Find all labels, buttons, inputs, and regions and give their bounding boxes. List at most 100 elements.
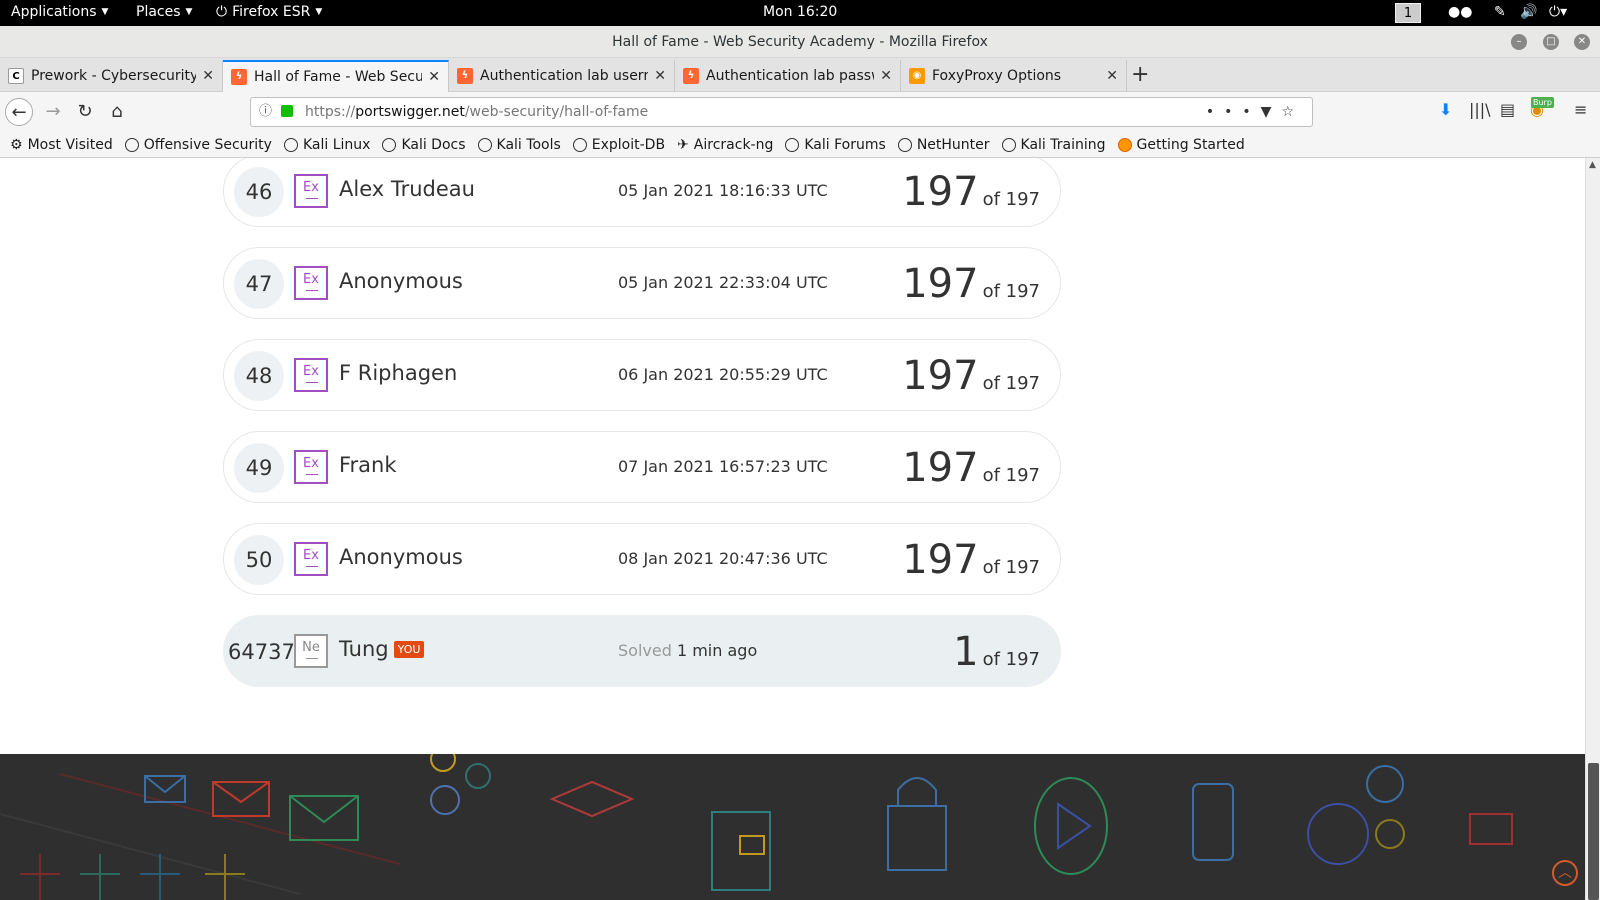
places-menu[interactable]: Places ▼ <box>136 4 192 20</box>
bookmark-label: Most Visited <box>27 136 113 153</box>
info-icon[interactable]: ⓘ <box>259 98 272 126</box>
leaderboard-row: 48 Ex F Riphagen 06 Jan 2021 20:55:29 UT… <box>223 339 1061 411</box>
bookmark-kali-tools[interactable]: Kali Tools <box>477 136 561 153</box>
globe-icon <box>382 137 397 152</box>
score: 197 of 197 <box>902 537 1040 583</box>
score-value: 197 <box>902 445 979 491</box>
tab-hall-of-fame[interactable]: ϟ Hall of Fame - Web Secu ✕ <box>223 60 449 92</box>
bookmark-nethunter[interactable]: NetHunter <box>897 137 990 153</box>
novice-badge: Ne <box>294 634 328 668</box>
score: 197 of 197 <box>902 169 1040 215</box>
scrollbar-thumb[interactable] <box>1588 763 1599 900</box>
expert-badge: Ex <box>294 450 328 484</box>
chevron-down-icon: ▼ <box>315 7 323 17</box>
close-tab-icon[interactable]: ✕ <box>1106 68 1118 84</box>
close-tab-icon[interactable]: ✕ <box>880 68 892 84</box>
portswigger-favicon-icon: ϟ <box>683 68 699 84</box>
bookmark-aircrack-ng[interactable]: ✈ Aircrack-ng <box>677 137 773 153</box>
bookmark-offensive-security[interactable]: Offensive Security <box>124 136 272 153</box>
lock-icon[interactable] <box>281 105 293 117</box>
bookmark-most-visited[interactable]: ⚙ Most Visited <box>10 137 113 153</box>
url-text[interactable]: https://portswigger.net/web-security/hal… <box>305 98 648 126</box>
completion-date: 05 Jan 2021 22:33:04 UTC <box>618 273 828 292</box>
bookmark-kali-forums[interactable]: Kali Forums <box>785 137 886 153</box>
system-top-bar: Applications ▼ Places ▼ ⏻ Firefox ESR ▼ Mon … <box>0 0 1600 26</box>
globe-icon <box>785 137 800 152</box>
score: 1 of 197 <box>953 629 1040 675</box>
player-name: Frank <box>339 453 397 477</box>
bookmark-label: Offensive Security <box>143 136 272 153</box>
home-icon[interactable]: ⌂ <box>103 98 131 126</box>
solved-status: Solved 1 min ago <box>618 641 757 660</box>
leaderboard-row: 49 Ex Frank 07 Jan 2021 16:57:23 UTC 197… <box>223 431 1061 503</box>
score-total: of 197 <box>982 465 1040 486</box>
foxyproxy-favicon-icon: ◉ <box>909 68 925 84</box>
library-icon[interactable]: |||\ <box>1469 100 1491 119</box>
bookmark-kali-training[interactable]: Kali Training <box>1001 137 1106 153</box>
back-to-top-button[interactable]: ︿ <box>1552 860 1578 886</box>
forward-arrow-icon[interactable]: → <box>39 98 67 126</box>
tab-auth-lab-username[interactable]: ϟ Authentication lab userna ✕ <box>449 60 675 92</box>
rank-number: 49 <box>234 443 284 493</box>
firefox-app-menu[interactable]: ⏻ Firefox ESR ▼ <box>216 4 322 20</box>
close-tab-icon[interactable]: ✕ <box>654 68 666 84</box>
gear-icon <box>430 754 456 772</box>
close-tab-icon[interactable]: ✕ <box>202 68 214 84</box>
bookmark-kali-docs[interactable]: Kali Docs <box>382 136 466 153</box>
bookmark-getting-started[interactable]: Getting Started <box>1117 136 1245 153</box>
sidebar-icon[interactable]: ▤ <box>1500 100 1515 119</box>
gear-icon <box>465 763 491 789</box>
bookmark-label: Exploit-DB <box>591 136 666 153</box>
bookmark-label: Kali Docs <box>401 136 466 153</box>
score-total: of 197 <box>982 373 1040 394</box>
pen-icon[interactable]: ✎ <box>1494 4 1506 20</box>
solved-time: 1 min ago <box>676 641 758 660</box>
play-icon <box>1034 777 1108 875</box>
score: 197 of 197 <box>902 353 1040 399</box>
rank-number: 46 <box>234 167 284 217</box>
gear-icon: ⚙ <box>10 136 23 153</box>
download-icon[interactable]: ⬇ <box>1439 100 1452 119</box>
tab-prework[interactable]: C Prework - Cybersecurity ✕ <box>0 60 223 92</box>
more-actions-icon[interactable]: ••• <box>1206 104 1261 120</box>
player-name: Anonymous <box>339 269 463 293</box>
scroll-up-arrow-icon[interactable]: ▲ <box>1589 160 1596 170</box>
close-tab-icon[interactable]: ✕ <box>428 69 440 85</box>
hamburger-menu-icon[interactable]: ≡ <box>1574 100 1587 119</box>
tab-foxyproxy[interactable]: ◉ FoxyProxy Options ✕ <box>901 60 1127 92</box>
power-icon: ⏻ <box>216 4 228 20</box>
bookmark-kali-linux[interactable]: Kali Linux <box>283 137 370 153</box>
reload-icon[interactable]: ↻ <box>71 98 99 126</box>
applications-menu[interactable]: Applications ▼ <box>11 4 108 20</box>
workspace-indicator[interactable]: 1 <box>1395 3 1421 23</box>
firefox-app-label: Firefox ESR <box>232 4 311 20</box>
people-icon[interactable]: ●● <box>1448 4 1472 20</box>
tab-auth-lab-password[interactable]: ϟ Authentication lab passw ✕ <box>675 60 901 92</box>
gear-icon <box>1366 765 1404 803</box>
solved-label: Solved <box>618 641 672 660</box>
bookmark-label: Getting Started <box>1136 136 1245 153</box>
back-arrow-icon[interactable]: ← <box>5 98 33 126</box>
score: 197 of 197 <box>902 445 1040 491</box>
score-value: 197 <box>902 537 979 583</box>
new-tab-icon[interactable]: + <box>1131 62 1149 87</box>
gear-icon <box>1375 819 1405 849</box>
minimize-icon[interactable]: – <box>1511 34 1527 50</box>
globe-icon <box>477 137 492 152</box>
volume-icon[interactable]: 🔊 <box>1520 4 1537 20</box>
power-menu-icon[interactable]: ⏻▾ <box>1549 4 1567 20</box>
chevron-down-icon: ▼ <box>101 7 109 17</box>
window-title: Hall of Fame - Web Security Academy - Mo… <box>612 34 988 50</box>
pocket-icon[interactable]: ▼ <box>1261 104 1282 120</box>
c-favicon-icon: C <box>8 68 24 84</box>
applications-label: Applications <box>11 4 97 20</box>
bookmark-label: Kali Tools <box>496 136 561 153</box>
score-value: 197 <box>902 261 979 307</box>
maximize-icon[interactable]: □ <box>1543 34 1559 50</box>
bookmark-exploit-db[interactable]: Exploit-DB <box>572 136 666 153</box>
clock[interactable]: Mon 16:20 <box>763 4 837 20</box>
address-bar[interactable]: ⓘ https://portswigger.net/web-security/h… <box>250 97 1313 127</box>
close-window-icon[interactable]: ✕ <box>1574 34 1590 50</box>
bookmark-star-icon[interactable]: ☆ <box>1281 104 1304 120</box>
page-scrollbar[interactable]: ▲ <box>1585 158 1600 900</box>
